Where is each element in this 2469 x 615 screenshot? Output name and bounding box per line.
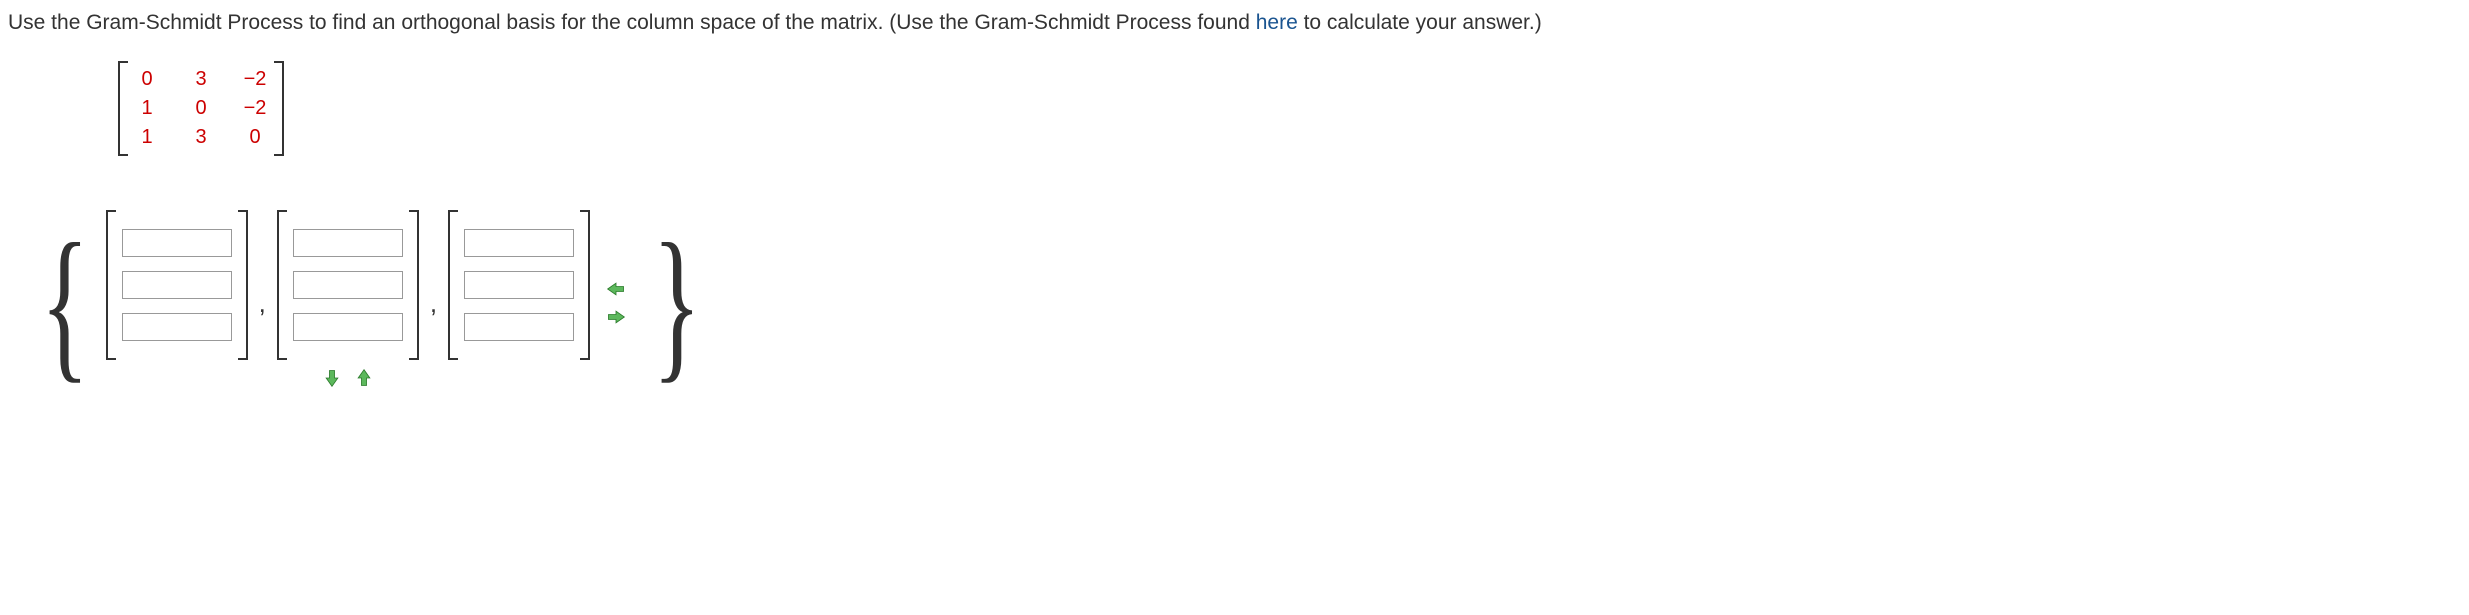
row-controls <box>320 366 376 396</box>
vectors-group: , , <box>106 210 636 396</box>
vector-right-bracket <box>238 210 248 360</box>
matrix-cell: 0 <box>240 123 270 152</box>
vector-right-bracket <box>580 210 590 360</box>
vector2-cell3[interactable] <box>293 313 403 341</box>
question-posttext: to calculate your answer.) <box>1298 11 1542 34</box>
matrix-cell: 1 <box>132 123 162 152</box>
comma: , <box>256 288 269 319</box>
remove-row-up-icon[interactable] <box>352 366 376 390</box>
question-text: Use the Gram-Schmidt Process to find an … <box>8 8 2461 37</box>
vector-left-bracket <box>448 210 458 360</box>
vector3-cell3[interactable] <box>464 313 574 341</box>
remove-column-left-icon[interactable] <box>604 277 628 301</box>
answer-vector-3 <box>448 210 590 360</box>
vector1-cell1[interactable] <box>122 229 232 257</box>
vector-left-bracket <box>106 210 116 360</box>
matrix-cell: 0 <box>186 94 216 123</box>
matrix-right-bracket <box>274 61 284 156</box>
vector2-cell1[interactable] <box>293 229 403 257</box>
vector-right-bracket <box>409 210 419 360</box>
vector1-cell2[interactable] <box>122 271 232 299</box>
add-row-down-icon[interactable] <box>320 366 344 390</box>
matrix-left-bracket <box>118 61 128 156</box>
answer-vector-1 <box>106 210 248 360</box>
comma: , <box>427 288 440 319</box>
vector2-cell2[interactable] <box>293 271 403 299</box>
matrix-row: 1 0 −2 <box>132 94 270 123</box>
matrix-cell: −2 <box>240 94 270 123</box>
answer-vector-2 <box>277 210 419 360</box>
matrix-row: 0 3 −2 <box>132 65 270 94</box>
vector3-cell1[interactable] <box>464 229 574 257</box>
matrix-cell: 3 <box>186 123 216 152</box>
matrix-cell: 3 <box>186 65 216 94</box>
column-controls <box>604 277 628 329</box>
right-curly-brace: } <box>652 227 701 380</box>
matrix-cell: −2 <box>240 65 270 94</box>
vector1-cell3[interactable] <box>122 313 232 341</box>
add-column-right-icon[interactable] <box>604 305 628 329</box>
answer-area: { , <box>24 210 2461 396</box>
matrix-cell: 0 <box>132 65 162 94</box>
here-link[interactable]: here <box>1256 11 1298 34</box>
vector-left-bracket <box>277 210 287 360</box>
given-matrix: 0 3 −2 1 0 −2 1 3 0 <box>118 61 284 162</box>
question-pretext: Use the Gram-Schmidt Process to find an … <box>8 11 1256 34</box>
matrix-cell: 1 <box>132 94 162 123</box>
matrix-row: 1 3 0 <box>132 123 270 152</box>
left-curly-brace: { <box>40 227 89 380</box>
vector3-cell2[interactable] <box>464 271 574 299</box>
